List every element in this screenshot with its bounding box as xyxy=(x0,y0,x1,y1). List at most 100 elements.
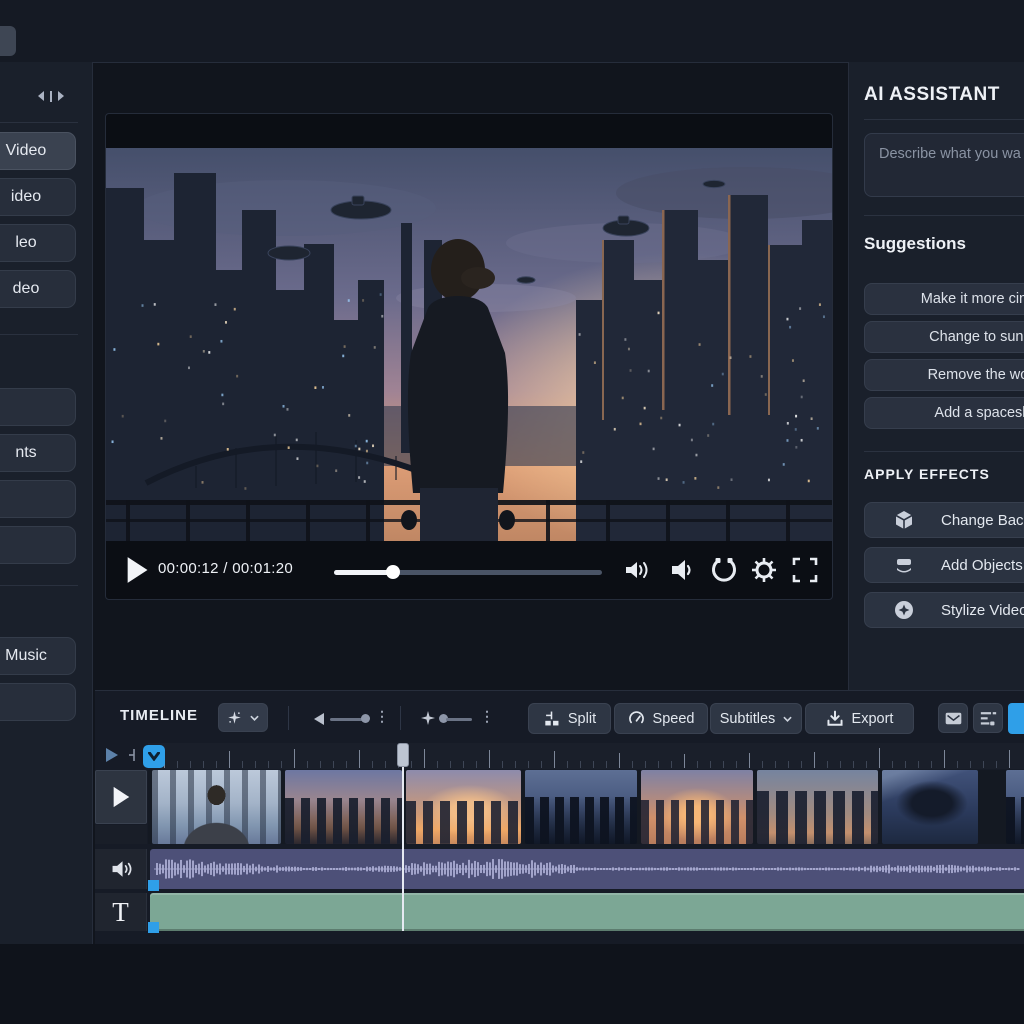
text-track-header[interactable]: T xyxy=(95,893,147,931)
media-sidebar: Video ideo leo deo nts xyxy=(0,62,93,944)
top-bar xyxy=(0,0,1024,63)
text-track[interactable] xyxy=(150,893,1024,931)
playhead[interactable] xyxy=(402,743,404,931)
loop-icon[interactable] xyxy=(709,555,739,585)
ruler-tick xyxy=(892,761,893,768)
kebab-menu-icon[interactable]: ⋮ xyxy=(480,708,494,725)
player-controls: 00:00:12 / 00:01:20 xyxy=(106,541,833,600)
volume-wave-icon[interactable] xyxy=(621,555,651,585)
timeline-title: TIMELINE xyxy=(120,707,198,724)
magic-tools-dropdown[interactable] xyxy=(218,703,268,732)
timeline-clip[interactable] xyxy=(641,770,753,844)
ruler-tick xyxy=(333,761,334,768)
gear-icon[interactable] xyxy=(749,555,779,585)
window-tab-stub[interactable] xyxy=(0,26,16,56)
video-preview-panel: 00:00:12 / 00:01:20 xyxy=(105,113,833,600)
clip-resize-handle[interactable] xyxy=(148,922,159,933)
effect-label: Change Backg xyxy=(941,512,1024,529)
list-settings-icon xyxy=(980,711,997,726)
speed-button[interactable]: Speed xyxy=(614,703,708,734)
track-scale-slider[interactable] xyxy=(446,718,472,721)
split-button[interactable]: Split xyxy=(528,703,611,734)
play-icon xyxy=(111,786,131,808)
sidebar-item[interactable]: ideo xyxy=(0,178,76,216)
video-frame[interactable] xyxy=(106,148,833,541)
ruler-tick xyxy=(957,761,958,768)
sidebar-item[interactable] xyxy=(0,480,76,518)
timeline-ruler[interactable] xyxy=(148,743,1024,769)
time-display: 00:00:12 / 00:01:20 xyxy=(158,560,293,577)
ruler-tick xyxy=(749,753,750,768)
mini-play-icon[interactable] xyxy=(104,747,120,763)
zoom-out-arrow-icon[interactable] xyxy=(313,712,325,726)
clip-resize-handle[interactable] xyxy=(148,880,159,891)
sidebar-item[interactable] xyxy=(0,388,76,426)
effect-button[interactable]: Stylize Video xyxy=(864,592,1024,628)
effect-button[interactable]: Add Objects xyxy=(864,547,1024,583)
progress-knob[interactable] xyxy=(386,565,400,579)
primary-action-button[interactable] xyxy=(1008,703,1024,734)
timeline-clip[interactable] xyxy=(1006,770,1024,844)
collapse-panel-icon[interactable] xyxy=(36,88,76,104)
progress-bar[interactable] xyxy=(334,570,602,575)
timeline-clip[interactable] xyxy=(285,770,402,844)
sidebar-item-label: deo xyxy=(13,280,40,298)
timeline-zoom-slider[interactable] xyxy=(330,718,365,721)
mail-button[interactable] xyxy=(938,703,968,733)
panel-title: AI ASSISTANT xyxy=(864,84,1000,106)
subtitles-dropdown[interactable]: Subtitles xyxy=(710,703,802,734)
sidebar-item[interactable] xyxy=(0,683,76,721)
timeline-zoom-knob[interactable] xyxy=(361,714,370,723)
sidebar-item[interactable] xyxy=(0,526,76,564)
effect-button[interactable]: Change Backg xyxy=(864,502,1024,538)
cube-icon xyxy=(893,509,915,531)
speed-label: Speed xyxy=(653,711,695,727)
fullscreen-icon[interactable] xyxy=(790,555,820,585)
speed-gauge-icon xyxy=(628,710,645,727)
ruler-tick xyxy=(229,751,230,768)
ai-prompt-input[interactable] xyxy=(864,133,1024,197)
sidebar-item[interactable]: leo xyxy=(0,224,76,262)
sidebar-item-label: leo xyxy=(15,234,36,252)
ruler-tick xyxy=(463,761,464,768)
sidebar-item[interactable]: Video xyxy=(0,132,76,170)
ruler-tick xyxy=(320,761,321,768)
audio-track-header[interactable] xyxy=(95,849,147,889)
sidebar-item[interactable]: nts xyxy=(0,434,76,472)
list-settings-button[interactable] xyxy=(973,703,1003,733)
ruler-tick xyxy=(567,761,568,768)
kebab-menu-icon[interactable]: ⋮ xyxy=(375,708,389,725)
ruler-tick xyxy=(944,750,945,768)
sidebar-item[interactable]: deo xyxy=(0,270,76,308)
volume-icon[interactable] xyxy=(666,555,696,585)
sidebar-item-label: Video xyxy=(6,142,47,160)
timeline-clip[interactable] xyxy=(406,770,521,844)
video-track[interactable] xyxy=(148,770,1024,844)
ruler-tick xyxy=(931,761,932,768)
suggestion-button[interactable]: Make it more cinem xyxy=(864,283,1024,315)
audio-track[interactable] xyxy=(150,849,1024,889)
play-icon[interactable] xyxy=(124,556,150,584)
playhead-marker-icon[interactable] xyxy=(143,745,165,768)
export-label: Export xyxy=(852,711,894,727)
timeline-clip[interactable] xyxy=(525,770,637,844)
suggestion-button[interactable]: Add a spaceshi xyxy=(864,397,1024,429)
sparkle-icon xyxy=(227,710,242,725)
sidebar-item[interactable]: Music xyxy=(0,637,76,675)
timeline-clip[interactable] xyxy=(152,770,281,844)
ruler-tick xyxy=(879,748,880,768)
suggestion-button[interactable]: Change to sunse xyxy=(864,321,1024,353)
playhead-handle[interactable] xyxy=(397,743,409,767)
ruler-tick xyxy=(437,761,438,768)
timeline-clip[interactable] xyxy=(757,770,878,844)
timeline-clip[interactable] xyxy=(882,770,978,844)
suggestion-button[interactable]: Remove the wom xyxy=(864,359,1024,391)
export-icon xyxy=(826,710,844,728)
divider xyxy=(400,706,401,730)
ruler-tick xyxy=(268,761,269,768)
chevron-down-icon xyxy=(148,752,160,761)
export-button[interactable]: Export xyxy=(805,703,914,734)
ruler-tick xyxy=(736,761,737,768)
ruler-tick xyxy=(918,761,919,768)
video-track-header[interactable] xyxy=(95,770,147,824)
